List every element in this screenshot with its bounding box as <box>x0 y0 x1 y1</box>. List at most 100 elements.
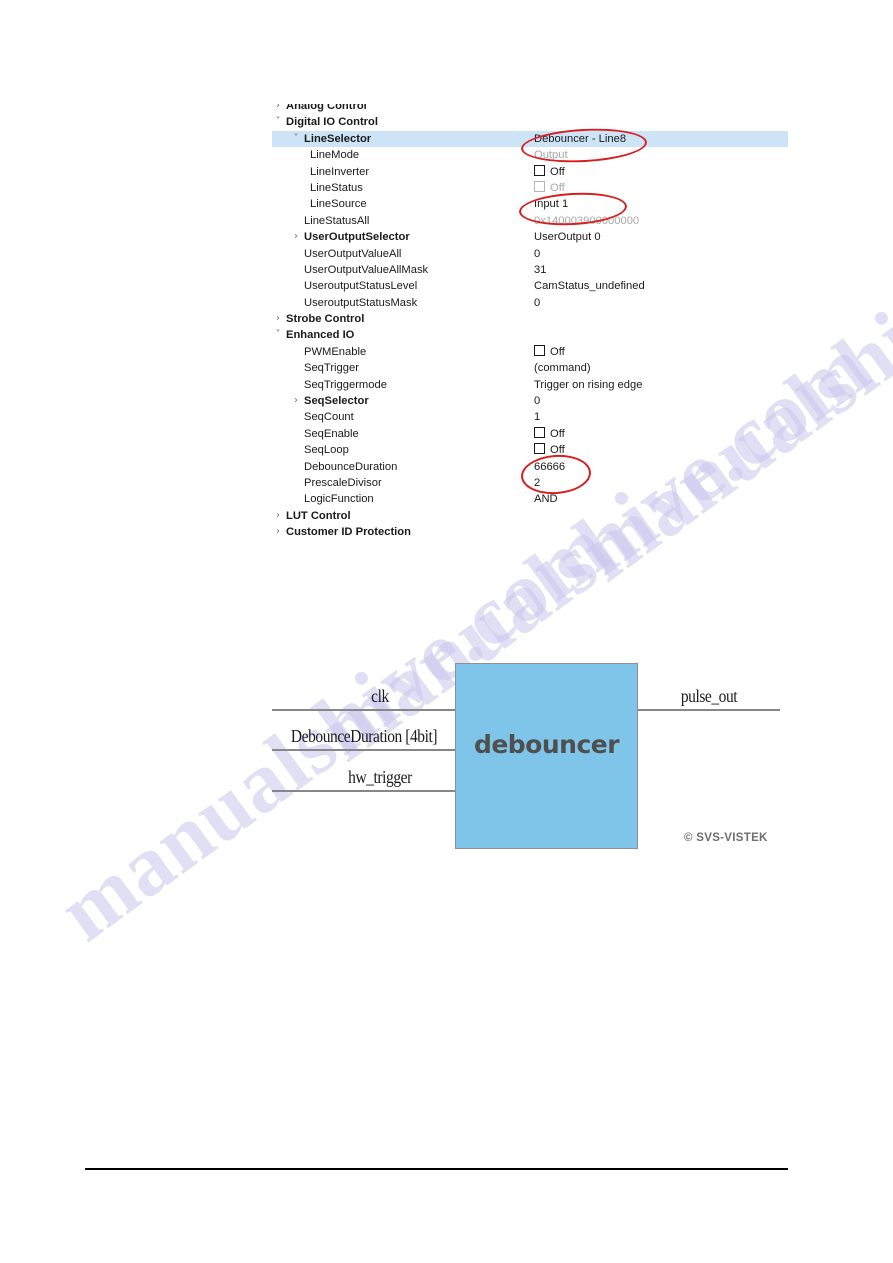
signal-label-pulse-out: pulse_out <box>680 686 738 706</box>
tree-row-label: LineSelector <box>304 132 372 145</box>
chevron-right-icon[interactable]: › <box>272 508 284 524</box>
tree-row[interactable]: UserOutputValueAll 0 <box>272 246 788 262</box>
tree-row[interactable]: ˅ Enhanced IO <box>272 327 788 343</box>
tree-row[interactable]: › Customer ID Protection <box>272 524 788 540</box>
tree-row-label: SeqSelector <box>304 395 369 408</box>
tree-row-label: SeqTrigger <box>304 362 359 375</box>
tree-row-value[interactable]: Off <box>534 442 565 458</box>
tree-row-label: Analog Control <box>286 104 367 112</box>
checkbox-label: Off <box>550 345 565 358</box>
tree-row[interactable]: › UserOutputSelector UserOutput 0 <box>272 229 788 245</box>
footer-rule <box>85 1168 788 1170</box>
tree-row-label: Enhanced IO <box>286 329 355 342</box>
tree-row-label: DebounceDuration <box>304 460 398 473</box>
tree-row-label: Customer ID Protection <box>286 526 411 539</box>
tree-row[interactable]: SeqTriggermode Trigger on rising edge <box>272 377 788 393</box>
tree-row-value[interactable]: 1 <box>534 409 540 425</box>
debouncer-block: debouncer <box>455 663 638 849</box>
tree-row-value[interactable]: CamStatus_undefined <box>534 278 645 294</box>
tree-row-label: SeqCount <box>304 411 354 424</box>
tree-row-value[interactable]: Off <box>534 164 565 180</box>
tree-row[interactable]: › Analog Control <box>272 104 788 114</box>
tree-row[interactable]: SeqCount 1 <box>272 409 788 425</box>
tree-row[interactable]: LineStatus Off <box>272 180 788 196</box>
tree-row[interactable]: ˅ Digital IO Control <box>272 114 788 130</box>
tree-row-label: SeqLoop <box>304 444 349 457</box>
tree-row-label: LUT Control <box>286 509 351 522</box>
chevron-down-icon[interactable]: ˅ <box>272 327 284 343</box>
tree-row[interactable]: › SeqSelector 0 <box>272 393 788 409</box>
tree-row-label: LineStatus <box>310 181 363 194</box>
chevron-right-icon[interactable]: › <box>290 229 302 245</box>
tree-row[interactable]: PrescaleDivisor 2 <box>272 475 788 491</box>
checkbox-label: Off <box>550 444 565 457</box>
tree-row-value[interactable]: Off <box>534 426 565 442</box>
tree-row[interactable]: ˅ LineSelector Debouncer - Line8 <box>272 130 788 148</box>
tree-row[interactable]: LineStatusAll 0x140003900000000 <box>272 213 788 229</box>
signal-line-pulse-out <box>638 709 780 711</box>
checkbox-icon[interactable] <box>534 180 545 192</box>
tree-row-value[interactable]: Off <box>534 344 565 360</box>
tree-row[interactable]: DebounceDuration 66666 <box>272 459 788 475</box>
tree-row-label: SeqEnable <box>304 427 359 440</box>
tree-row[interactable]: LineInverter Off <box>272 164 788 180</box>
tree-row-value[interactable]: UserOutput 0 <box>534 229 601 245</box>
tree-row[interactable]: LineSource Input 1 <box>272 196 788 212</box>
tree-row-label: Digital IO Control <box>286 116 378 129</box>
tree-row-label: UseroutputStatusLevel <box>304 280 418 293</box>
tree-row-label: UserOutputValueAllMask <box>304 263 429 276</box>
tree-row-value[interactable]: 0 <box>534 246 540 262</box>
chevron-down-icon[interactable]: ˅ <box>290 131 302 147</box>
signal-line-clk <box>272 709 456 711</box>
tree-row-label: PWMEnable <box>304 345 367 358</box>
tree-row-label: PrescaleDivisor <box>304 476 382 489</box>
property-tree[interactable]: › Analog Control ˅ Digital IO Control ˅ LineS… <box>272 104 788 542</box>
tree-row-value[interactable]: Input 1 <box>534 196 568 212</box>
tree-row-value[interactable]: 0 <box>534 295 540 311</box>
tree-row-label: UserOutputSelector <box>304 231 410 244</box>
tree-row-value[interactable]: Debouncer - Line8 <box>534 131 626 147</box>
tree-row-label: LogicFunction <box>304 493 374 506</box>
tree-row-value[interactable]: (command) <box>534 360 591 376</box>
checkbox-icon[interactable] <box>534 344 545 356</box>
tree-row[interactable]: UseroutputStatusMask 0 <box>272 295 788 311</box>
checkbox-label: Off <box>550 181 565 194</box>
signal-label-debounceduration: DebounceDuration [4bit] <box>290 726 438 746</box>
checkbox-icon[interactable] <box>534 164 545 176</box>
tree-row[interactable]: UseroutputStatusLevel CamStatus_undefined <box>272 278 788 294</box>
tree-row[interactable]: SeqEnable Off <box>272 426 788 442</box>
tree-row-value[interactable]: AND <box>534 491 558 507</box>
tree-row-value[interactable]: Output <box>534 147 568 163</box>
tree-row[interactable]: PWMEnable Off <box>272 344 788 360</box>
signal-line-hw-trigger <box>272 790 456 792</box>
tree-row-label: LineSource <box>310 198 367 211</box>
tree-row[interactable]: UserOutputValueAllMask 31 <box>272 262 788 278</box>
chevron-right-icon[interactable]: › <box>272 104 284 114</box>
checkbox-icon[interactable] <box>534 426 545 438</box>
checkbox-icon[interactable] <box>534 443 545 455</box>
tree-row-value[interactable]: Trigger on rising edge <box>534 377 642 393</box>
tree-row-value[interactable]: 31 <box>534 262 546 278</box>
debouncer-block-diagram: clk DebounceDuration [4bit] hw_trigger p… <box>260 655 790 865</box>
tree-row-value[interactable]: Off <box>534 180 565 196</box>
copyright-notice: © SVS-VISTEK <box>684 832 768 844</box>
tree-row-label: Strobe Control <box>286 313 365 326</box>
tree-row-value[interactable]: 66666 <box>534 459 565 475</box>
tree-row-value[interactable]: 0 <box>534 393 540 409</box>
chevron-right-icon[interactable]: › <box>290 393 302 409</box>
tree-row-label: SeqTriggermode <box>304 378 387 391</box>
chevron-down-icon[interactable]: ˅ <box>272 114 284 130</box>
tree-row[interactable]: SeqLoop Off <box>272 442 788 458</box>
tree-row-value[interactable]: 0x140003900000000 <box>534 213 639 229</box>
chevron-right-icon[interactable]: › <box>272 524 284 540</box>
tree-row[interactable]: LogicFunction AND <box>272 491 788 507</box>
tree-row-value[interactable]: 2 <box>534 475 540 491</box>
tree-row[interactable]: › LUT Control <box>272 508 788 524</box>
chevron-right-icon[interactable]: › <box>272 311 284 327</box>
tree-row[interactable]: SeqTrigger (command) <box>272 360 788 376</box>
tree-row-label: UserOutputValueAll <box>304 247 402 260</box>
signal-label-hw-trigger: hw_trigger <box>348 767 412 787</box>
tree-row[interactable]: LineMode Output <box>272 147 788 163</box>
tree-row[interactable]: › Strobe Control <box>272 311 788 327</box>
tree-row-label: LineMode <box>310 149 360 162</box>
